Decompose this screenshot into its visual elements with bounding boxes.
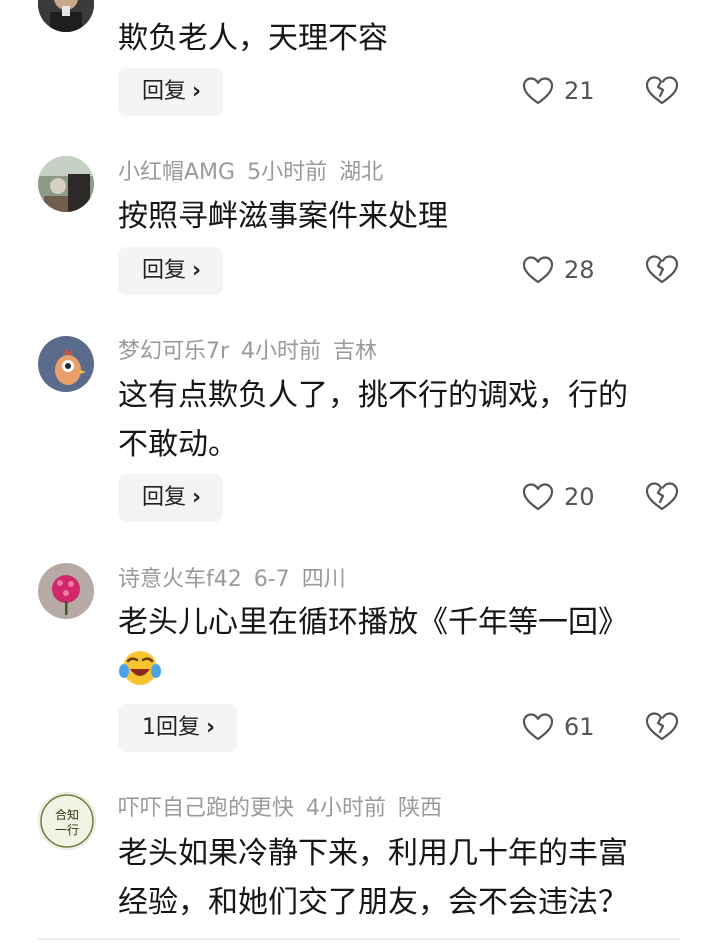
username[interactable]: 吓吓自己跑的更快	[118, 796, 294, 821]
like-button[interactable]: 61	[522, 707, 595, 747]
chevron-right-icon: ›	[192, 79, 202, 104]
heart-icon	[522, 77, 554, 105]
username[interactable]: 诗意火车f42	[118, 567, 242, 592]
username[interactable]: 小红帽AMG	[118, 160, 235, 185]
reply-button[interactable]: 回复 ›	[118, 68, 224, 116]
comment-text-line: 老头如果冷静下来，利用几十年的丰富	[118, 836, 628, 871]
reply-button[interactable]: 回复 ›	[118, 474, 224, 522]
emoji-line	[118, 647, 678, 696]
avatar-calligraphy-text: 一行	[55, 823, 79, 837]
chevron-right-icon: ›	[192, 258, 202, 283]
comment-text-line: 老头儿心里在循环播放《千年等一回》	[118, 605, 628, 640]
comment-meta: 梦幻可乐7r 4小时前 吉林	[118, 338, 389, 366]
user-avatar-photo-icon	[38, 0, 94, 32]
location: 吉林	[333, 339, 378, 364]
avatar[interactable]	[38, 0, 94, 32]
broken-heart-icon	[645, 712, 679, 741]
reply-label: 回复	[142, 258, 187, 283]
like-count: 21	[564, 77, 595, 105]
dislike-button[interactable]	[644, 74, 680, 110]
comment-text-line: 不敢动。	[118, 427, 238, 462]
reply-label: 1回复	[142, 715, 200, 740]
dislike-button[interactable]	[644, 710, 680, 746]
chevron-right-icon: ›	[206, 715, 216, 740]
pink-flower-avatar-icon	[38, 563, 94, 619]
like-button[interactable]: 20	[522, 477, 595, 517]
comment-meta: 小红帽AMG 5小时前 湖北	[118, 159, 395, 187]
comment-text: 老头如果冷静下来，利用几十年的丰富 经验，和她们交了朋友，会不会违法？	[118, 829, 678, 927]
avatar[interactable]	[38, 336, 94, 392]
timestamp: 5小时前	[247, 160, 328, 185]
location: 湖北	[339, 160, 384, 185]
laughing-crying-emoji-icon	[118, 647, 162, 702]
heart-icon	[522, 483, 554, 511]
like-count: 20	[564, 483, 595, 511]
timestamp: 4小时前	[241, 339, 322, 364]
heart-icon	[522, 256, 554, 284]
avatar-calligraphy-text: 合知	[55, 807, 79, 822]
reply-label: 回复	[142, 79, 187, 104]
like-button[interactable]: 21	[522, 71, 595, 111]
calligraphy-avatar-icon: 合知 一行	[40, 794, 94, 848]
like-count: 28	[564, 256, 595, 284]
reply-button[interactable]: 回复 ›	[118, 247, 224, 295]
broken-heart-icon	[645, 482, 679, 511]
chevron-right-icon: ›	[192, 485, 202, 510]
timestamp: 6-7	[253, 567, 290, 592]
comment-text-line: 经验，和她们交了朋友，会不会违法？	[118, 885, 628, 920]
location: 陕西	[398, 796, 443, 821]
dislike-button[interactable]	[644, 253, 680, 289]
reply-label: 回复	[142, 485, 187, 510]
broken-heart-icon	[645, 76, 679, 105]
comment-text: 这有点欺负人了，挑不行的调戏，行的 不敢动。	[118, 371, 678, 469]
location: 四川	[301, 567, 346, 592]
like-button[interactable]: 28	[522, 250, 595, 290]
comment-meta: 诗意火车f42 6-7 四川	[118, 566, 358, 594]
divider	[38, 938, 680, 940]
broken-heart-icon	[645, 255, 679, 284]
reply-button[interactable]: 1回复 ›	[118, 704, 238, 752]
comment-text: 欺负老人，天理不容	[118, 21, 388, 56]
avatar[interactable]: 合知 一行	[38, 792, 96, 850]
comment-text-line: 这有点欺负人了，挑不行的调戏，行的	[118, 378, 628, 413]
dislike-button[interactable]	[644, 480, 680, 516]
heart-icon	[522, 713, 554, 741]
comment-text: 老头儿心里在循环播放《千年等一回》	[118, 598, 678, 696]
avatar[interactable]	[38, 563, 94, 619]
like-count: 61	[564, 713, 595, 741]
comment-meta: 吓吓自己跑的更快 4小时前 陕西	[118, 795, 454, 823]
user-avatar-photo-icon	[38, 156, 94, 212]
timestamp: 4小时前	[306, 796, 387, 821]
username[interactable]: 梦幻可乐7r	[118, 339, 229, 364]
chicken-avatar-icon	[38, 336, 94, 392]
avatar[interactable]	[38, 156, 94, 212]
comment-feed: 欺负老人，天理不容 回复 › 21 小红帽AMG 5小时前 湖北 按照寻衅滋事案…	[0, 0, 720, 943]
comment-text: 按照寻衅滋事案件来处理	[118, 199, 448, 234]
